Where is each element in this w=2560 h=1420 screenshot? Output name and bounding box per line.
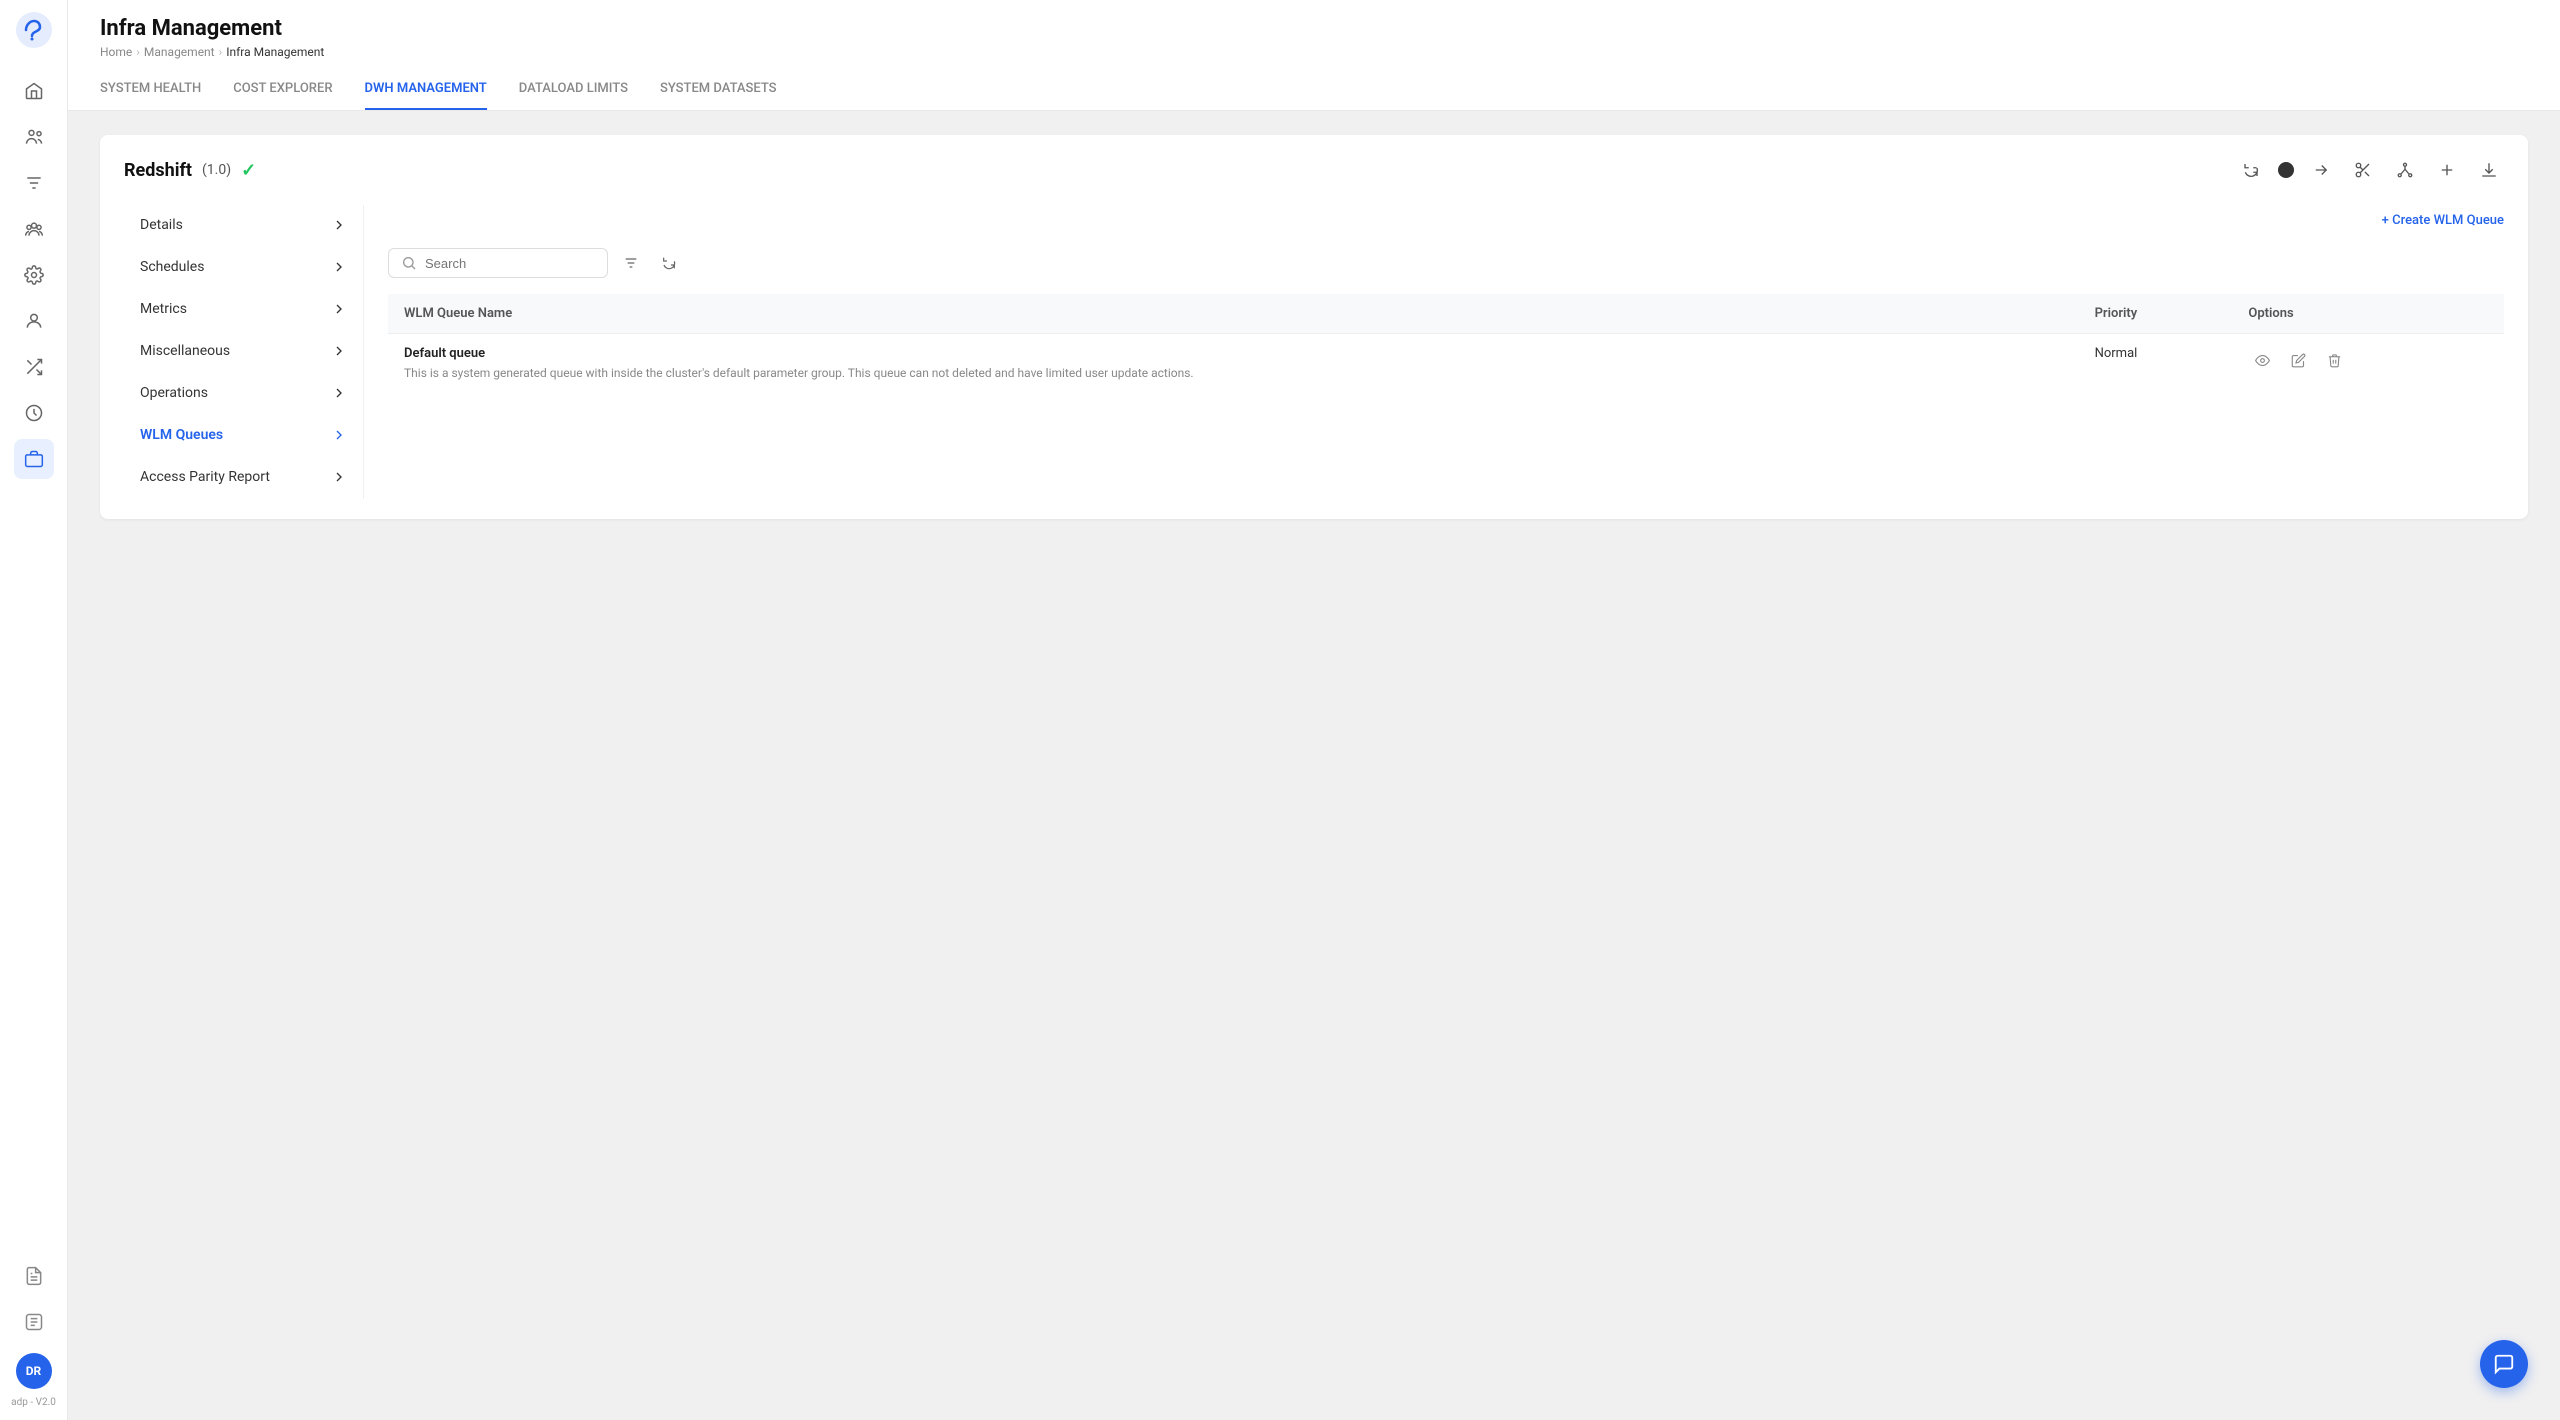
table-body: Default queue This is a system generated… <box>388 334 2504 394</box>
chat-fab-button[interactable] <box>2480 1340 2528 1388</box>
app-version: adp - V2.0 <box>11 1397 56 1408</box>
tab-cost-explorer[interactable]: COST EXPLORER <box>233 73 332 110</box>
plus-icon[interactable] <box>2432 155 2462 185</box>
chevron-right-icon <box>331 259 347 275</box>
breadcrumb: Home › Management › Infra Management <box>100 45 2528 59</box>
scissors-icon[interactable] <box>2348 155 2378 185</box>
table-header: WLM Queue Name Priority Options <box>388 294 2504 334</box>
tab-system-datasets[interactable]: SYSTEM DATASETS <box>660 73 777 110</box>
queue-name: Default queue <box>404 346 2063 361</box>
page-header: Infra Management Home › Management › Inf… <box>68 0 2560 111</box>
delete-button[interactable] <box>2320 346 2348 374</box>
search-input[interactable] <box>425 256 595 271</box>
nav-settings-icon[interactable] <box>14 255 54 295</box>
edit-button[interactable] <box>2284 346 2312 374</box>
nav-home-icon[interactable] <box>14 71 54 111</box>
chevron-right-icon <box>331 385 347 401</box>
left-nav: Details Schedules Metrics Miscellaneous <box>124 205 364 499</box>
nav-briefcase-icon[interactable] <box>14 439 54 479</box>
breadcrumb-home[interactable]: Home <box>100 45 132 59</box>
nav-wlm-queues[interactable]: WLM Queues <box>124 415 363 455</box>
chevron-right-icon <box>331 427 347 443</box>
wlm-queues-panel: + Create WLM Queue <box>364 205 2504 499</box>
filter-icon[interactable] <box>616 248 646 278</box>
search-input-wrap <box>388 248 608 278</box>
col-priority: Priority <box>2079 294 2233 334</box>
priority-cell: Normal <box>2079 334 2233 394</box>
status-check-icon: ✓ <box>241 160 256 181</box>
wlm-queues-table: WLM Queue Name Priority Options Default … <box>388 294 2504 394</box>
refresh-icon[interactable] <box>2236 155 2266 185</box>
chevron-right-icon <box>331 217 347 233</box>
chevron-right-icon <box>331 343 347 359</box>
download-icon[interactable] <box>2474 155 2504 185</box>
nav-group-icon[interactable] <box>14 209 54 249</box>
priority-value: Normal <box>2095 346 2138 361</box>
sidebar: DR adp - V2.0 <box>0 0 68 1420</box>
nav-shuffle-icon[interactable] <box>14 347 54 387</box>
queue-name-cell: Default queue This is a system generated… <box>388 334 2079 394</box>
network-icon[interactable] <box>2390 155 2420 185</box>
breadcrumb-management[interactable]: Management <box>144 45 215 59</box>
main-content: Redshift (1.0) ✓ <box>68 111 2560 1420</box>
nav-person-icon[interactable] <box>14 301 54 341</box>
row-actions <box>2248 346 2488 374</box>
chevron-right-icon <box>331 469 347 485</box>
nav-schedules[interactable]: Schedules <box>124 247 363 287</box>
col-queue-name: WLM Queue Name <box>388 294 2079 334</box>
card-actions <box>2236 155 2504 185</box>
main-area: Infra Management Home › Management › Inf… <box>68 0 2560 1420</box>
view-button[interactable] <box>2248 346 2276 374</box>
options-cell <box>2232 334 2504 394</box>
nav-miscellaneous[interactable]: Miscellaneous <box>124 331 363 371</box>
nav-metrics[interactable]: Metrics <box>124 289 363 329</box>
nav-document-icon[interactable] <box>14 1256 54 1296</box>
tab-system-health[interactable]: SYSTEM HEALTH <box>100 73 201 110</box>
redshift-card: Redshift (1.0) ✓ <box>100 135 2528 519</box>
card-title-text: Redshift <box>124 160 192 181</box>
breadcrumb-current: Infra Management <box>226 45 324 59</box>
nav-users-icon[interactable] <box>14 117 54 157</box>
create-wlm-queue-button[interactable]: + Create WLM Queue <box>2382 205 2504 236</box>
table-row: Default queue This is a system generated… <box>388 334 2504 394</box>
col-options: Options <box>2232 294 2504 334</box>
card-body: Details Schedules Metrics Miscellaneous <box>124 205 2504 499</box>
card-title-group: Redshift (1.0) ✓ <box>124 160 256 181</box>
nav-details[interactable]: Details <box>124 205 363 245</box>
search-bar <box>388 248 2504 278</box>
search-icon <box>401 255 417 271</box>
main-tabs: SYSTEM HEALTH COST EXPLORER DWH MANAGEME… <box>100 73 2528 110</box>
nav-filter-icon[interactable] <box>14 163 54 203</box>
refresh-search-icon[interactable] <box>654 248 684 278</box>
status-dot <box>2278 162 2294 178</box>
nav-ai-icon[interactable] <box>14 1302 54 1342</box>
tab-dwh-management[interactable]: DWH MANAGEMENT <box>365 73 487 110</box>
chat-icon <box>2493 1353 2515 1375</box>
arrow-right-icon[interactable] <box>2306 155 2336 185</box>
nav-clock-icon[interactable] <box>14 393 54 433</box>
app-logo[interactable] <box>16 12 52 52</box>
tab-dataload-limits[interactable]: DATALOAD LIMITS <box>519 73 628 110</box>
nav-access-parity-report[interactable]: Access Parity Report <box>124 457 363 497</box>
nav-operations[interactable]: Operations <box>124 373 363 413</box>
card-version: (1.0) <box>202 162 231 178</box>
queue-description: This is a system generated queue with in… <box>404 365 2063 382</box>
chevron-right-icon <box>331 301 347 317</box>
user-avatar[interactable]: DR <box>16 1353 52 1389</box>
card-header: Redshift (1.0) ✓ <box>124 155 2504 185</box>
page-title: Infra Management <box>100 16 2528 41</box>
